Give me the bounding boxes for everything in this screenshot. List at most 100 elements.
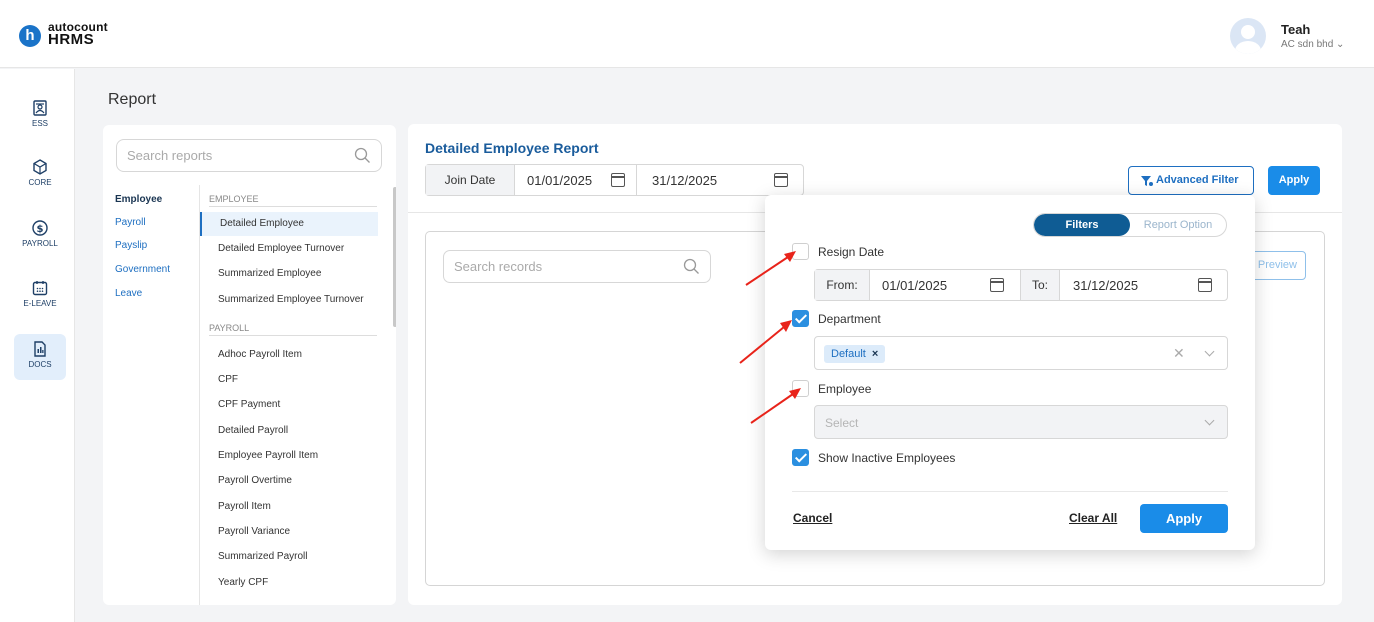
search-placeholder: Search reports	[127, 148, 213, 163]
employee-label: Employee	[818, 382, 872, 396]
clear-all-button[interactable]: Clear All	[1069, 511, 1117, 525]
nav-label: DOCS	[28, 360, 52, 369]
join-date-label[interactable]: Join Date	[426, 165, 515, 195]
date-to-input[interactable]: 31/12/2025	[652, 173, 717, 188]
resign-date-label: Resign Date	[818, 245, 885, 259]
svg-text:$: $	[37, 224, 44, 235]
report-item[interactable]: CPF Payment	[200, 393, 378, 417]
calendar-icon[interactable]	[611, 173, 625, 187]
resign-date-to-input[interactable]: 31/12/2025	[1073, 278, 1138, 293]
filter-icon	[1141, 176, 1153, 186]
section-header-employee: EMPLOYEE	[209, 194, 377, 207]
nav-label: PAYROLL	[22, 239, 58, 248]
filter-tabs: Filters Report Option	[1033, 213, 1227, 237]
category-government[interactable]: Government	[115, 264, 170, 275]
user-name[interactable]: Teah	[1281, 22, 1310, 37]
report-item[interactable]: Summarized Employee	[200, 262, 378, 286]
report-item[interactable]: Employee Payroll Item	[200, 444, 378, 468]
chevron-down-icon	[1204, 415, 1215, 426]
core-icon	[33, 159, 47, 175]
docs-icon	[34, 341, 46, 357]
page-title: Report	[108, 91, 157, 108]
to-label: To:	[1020, 270, 1060, 300]
annotation-arrow-icon	[745, 251, 796, 286]
calendar-icon[interactable]	[990, 278, 1004, 292]
nav-label: ESS	[31, 119, 48, 128]
advanced-filter-label: Advanced Filter	[1156, 174, 1239, 186]
resign-date-range: From: 01/01/2025 To: 31/12/2025	[814, 269, 1228, 301]
report-item[interactable]: Adhoc Payroll Item	[200, 343, 378, 367]
report-item[interactable]: Summarized Employee Turnover	[200, 288, 378, 312]
divider	[636, 165, 637, 195]
category-payroll[interactable]: Payroll	[115, 217, 146, 228]
nav-eleave[interactable]: E-LEAVE	[14, 273, 66, 319]
report-item-detailed-employee[interactable]: Detailed Employee	[200, 212, 378, 236]
annotation-arrow-icon	[750, 388, 801, 424]
apply-filter-button[interactable]: Apply	[1140, 504, 1228, 533]
nav-core[interactable]: CORE	[14, 152, 66, 198]
report-item[interactable]: Payroll Item	[200, 495, 378, 519]
payroll-icon: $	[32, 220, 48, 236]
avatar[interactable]	[1230, 18, 1266, 54]
department-tag: Default ×	[824, 345, 886, 363]
category-payslip[interactable]: Payslip	[115, 240, 147, 251]
category-employee[interactable]: Employee	[115, 194, 162, 205]
cancel-button[interactable]: Cancel	[793, 511, 832, 525]
report-item[interactable]: Yearly CPF	[200, 571, 378, 595]
report-item[interactable]: Payroll Overtime	[200, 469, 378, 493]
calendar-icon	[32, 281, 48, 296]
report-item[interactable]: Detailed Payroll	[200, 419, 378, 443]
nav-label: E-LEAVE	[23, 299, 57, 308]
company-selector[interactable]: AC sdn bhd ⌄	[1281, 39, 1344, 50]
search-placeholder: Search records	[454, 259, 543, 274]
department-tag-label: Default	[831, 348, 866, 360]
preview-button[interactable]: Preview	[1248, 251, 1306, 280]
nav-docs[interactable]: DOCS	[14, 334, 66, 380]
reports-panel: Search reports Employee Payroll Payslip …	[103, 125, 396, 605]
brand-logo-icon[interactable]: h	[19, 25, 41, 47]
join-date-range: Join Date 01/01/2025 31/12/2025	[425, 164, 804, 196]
from-label: From:	[815, 270, 870, 300]
company-name: AC sdn bhd	[1281, 39, 1334, 50]
resign-date-from-input[interactable]: 01/01/2025	[882, 278, 947, 293]
top-bar: h autocount HRMS Teah AC sdn bhd ⌄	[0, 0, 1374, 68]
chevron-down-icon: ⌄	[1336, 39, 1345, 50]
employee-select-placeholder: Select	[825, 416, 859, 430]
tab-filters[interactable]: Filters	[1034, 214, 1130, 236]
department-label: Department	[818, 312, 881, 326]
chevron-down-icon[interactable]	[1204, 346, 1215, 357]
advanced-filter-button[interactable]: Advanced Filter	[1128, 166, 1254, 195]
side-nav: ESS CORE $ PAYROLL E-LEAVE DOCS	[0, 69, 75, 622]
advanced-filter-popup: Filters Report Option Resign Date From: …	[765, 195, 1255, 550]
search-reports-input[interactable]: Search reports	[116, 139, 382, 172]
divider	[792, 491, 1228, 492]
ess-icon	[33, 100, 47, 116]
calendar-icon[interactable]	[1198, 278, 1212, 292]
report-item[interactable]: Summarized Payroll	[200, 545, 378, 569]
scrollbar[interactable]	[393, 187, 396, 327]
employee-select[interactable]: Select	[814, 405, 1228, 439]
report-item[interactable]: Payroll Variance	[200, 520, 378, 544]
tab-report-option[interactable]: Report Option	[1130, 214, 1226, 236]
search-icon	[683, 258, 699, 274]
category-leave[interactable]: Leave	[115, 288, 142, 299]
nav-payroll[interactable]: $ PAYROLL	[14, 213, 66, 259]
section-header-payroll: PAYROLL	[209, 323, 377, 336]
calendar-icon[interactable]	[774, 173, 788, 187]
search-icon	[354, 147, 370, 163]
show-inactive-checkbox[interactable]	[792, 449, 809, 466]
annotation-arrow-icon	[739, 320, 792, 364]
show-inactive-label: Show Inactive Employees	[818, 451, 956, 465]
date-from-input[interactable]: 01/01/2025	[527, 173, 592, 188]
report-item[interactable]: CPF	[200, 368, 378, 392]
department-select[interactable]: Default × ✕	[814, 336, 1228, 370]
nav-ess[interactable]: ESS	[14, 93, 66, 139]
report-title: Detailed Employee Report	[425, 140, 599, 156]
nav-label: CORE	[28, 178, 52, 187]
search-records-input[interactable]: Search records	[443, 250, 711, 283]
clear-icon[interactable]: ✕	[1173, 345, 1185, 362]
brand-name-bottom: HRMS	[48, 31, 95, 48]
remove-tag-icon[interactable]: ×	[872, 348, 878, 360]
report-item[interactable]: Detailed Employee Turnover	[200, 237, 378, 261]
apply-button[interactable]: Apply	[1268, 166, 1320, 195]
